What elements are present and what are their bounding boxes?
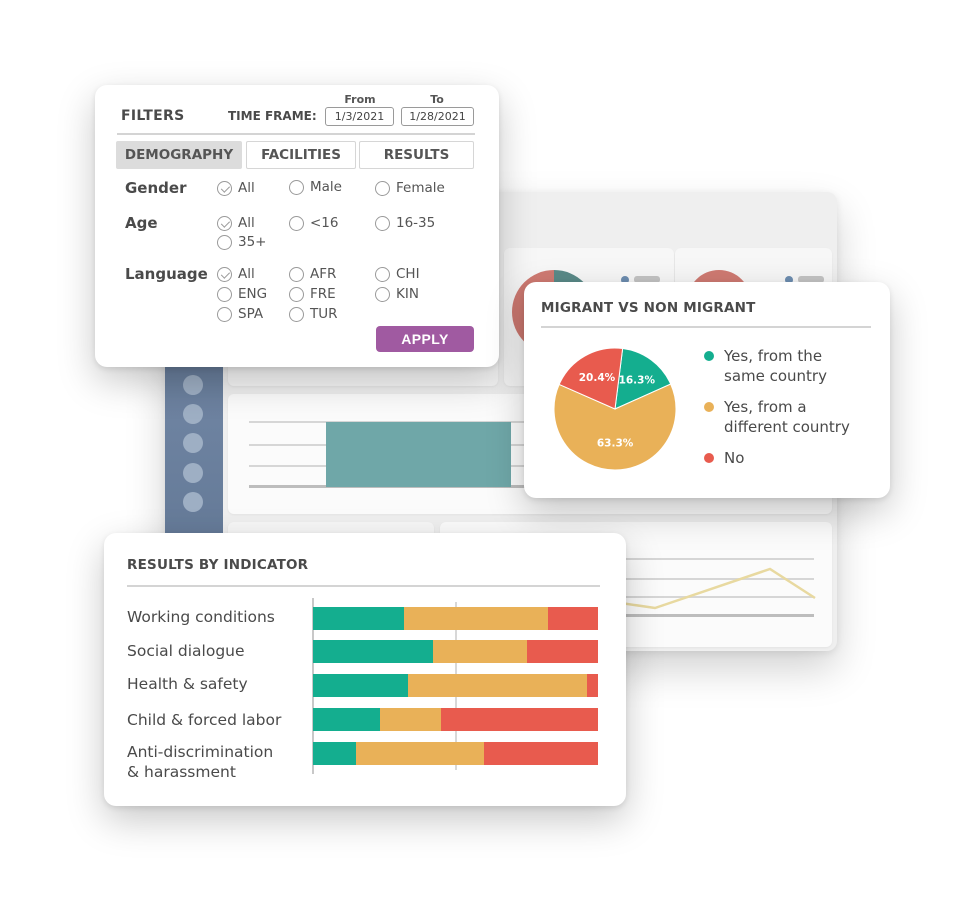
filters-title: FILTERS — [121, 108, 185, 124]
age-option-under-16[interactable]: <16 — [289, 215, 339, 231]
sidebar-nav-dot[interactable] — [183, 404, 203, 424]
bar-segment-green — [313, 640, 433, 663]
age-option-35-plus[interactable]: 35+ — [217, 234, 267, 250]
tab-demography[interactable]: DEMOGRAPHY — [116, 141, 242, 169]
pie-data-label: 20.4% — [579, 372, 616, 384]
legend-dot-icon — [704, 402, 714, 412]
bar-segment-orange — [355, 742, 484, 765]
radio-icon[interactable] — [217, 234, 232, 250]
language-option-fre[interactable]: FRE — [289, 286, 336, 302]
radio-checked-icon[interactable] — [217, 215, 232, 231]
bar-segment-orange — [432, 640, 527, 663]
stacked-bar — [313, 742, 598, 765]
legend-dot-icon — [704, 453, 714, 463]
bar-segment-green — [313, 708, 380, 731]
gender-option-male[interactable]: Male — [289, 179, 342, 195]
migrant-card: MIGRANT VS NON MIGRANT 16.3% 63.3% 20.4% Y… — [524, 282, 890, 498]
to-date-input[interactable]: 1/28/2021 — [401, 107, 474, 126]
sidebar-nav-dot[interactable] — [183, 463, 203, 483]
radio-icon[interactable] — [375, 215, 390, 231]
indicator-label: Anti-discrimination & harassment — [127, 743, 274, 781]
stacked-bar — [313, 640, 598, 663]
gender-option-female[interactable]: Female — [375, 180, 445, 196]
migrant-pie-chart: 16.3% 63.3% 20.4% — [553, 347, 677, 471]
results-by-indicator-card: RESULTS BY INDICATOR Working conditions … — [104, 533, 626, 806]
bar-segment-red — [441, 708, 598, 731]
language-option-spa[interactable]: SPA — [217, 306, 263, 322]
legend-item-no: No — [704, 448, 884, 468]
radio-icon[interactable] — [217, 286, 232, 302]
stacked-bar — [313, 607, 598, 630]
radio-icon[interactable] — [289, 266, 304, 282]
radio-icon[interactable] — [289, 215, 304, 231]
gender-label: Gender — [125, 179, 187, 197]
from-date-input[interactable]: 1/3/2021 — [325, 107, 394, 126]
results-divider — [127, 585, 600, 587]
pie-data-label: 63.3% — [597, 438, 634, 450]
apply-button[interactable]: APPLY — [376, 326, 474, 352]
legend-dot-icon — [704, 351, 714, 361]
language-option-all[interactable]: All — [217, 266, 255, 282]
age-option-16-35[interactable]: 16-35 — [375, 215, 435, 231]
filters-panel: FILTERS TIME FRAME: From To 1/3/2021 1/2… — [95, 85, 499, 367]
indicator-label: Social dialogue — [127, 642, 245, 660]
filters-divider — [117, 133, 475, 135]
language-option-chi[interactable]: CHI — [375, 266, 420, 282]
radio-icon[interactable] — [375, 286, 390, 302]
radio-icon[interactable] — [375, 266, 390, 282]
migrant-legend: Yes, from the same country Yes, from a d… — [704, 346, 884, 479]
age-option-all[interactable]: All — [217, 215, 255, 231]
sidebar-nav-dot[interactable] — [183, 492, 203, 512]
radio-icon[interactable] — [289, 179, 304, 195]
bar-segment-red — [526, 640, 598, 663]
legend-item-different-country: Yes, from a different country — [704, 397, 884, 437]
indicator-label: Health & safety — [127, 675, 248, 693]
gender-option-all[interactable]: All — [217, 180, 255, 196]
radio-icon[interactable] — [217, 306, 232, 322]
language-option-eng[interactable]: ENG — [217, 286, 267, 302]
radio-icon[interactable] — [289, 306, 304, 322]
sidebar-nav-dot[interactable] — [183, 433, 203, 453]
tab-results[interactable]: RESULTS — [359, 141, 474, 169]
legend-item-same-country: Yes, from the same country — [704, 346, 884, 386]
radio-checked-icon[interactable] — [217, 180, 232, 196]
radio-icon[interactable] — [289, 286, 304, 302]
stacked-bar — [313, 708, 598, 731]
bar-segment-green — [313, 674, 409, 697]
age-label: Age — [125, 214, 158, 232]
bar-segment-red — [484, 742, 598, 765]
bar-segment-orange — [379, 708, 442, 731]
dashboard-bar — [326, 422, 511, 487]
radio-icon[interactable] — [375, 180, 390, 196]
language-option-kin[interactable]: KIN — [375, 286, 419, 302]
results-title: RESULTS BY INDICATOR — [127, 557, 309, 573]
time-frame-label: TIME FRAME: — [228, 109, 317, 123]
bar-segment-red — [548, 607, 598, 630]
bar-segment-orange — [404, 607, 549, 630]
from-label: From — [344, 93, 376, 106]
bar-segment-green — [313, 742, 356, 765]
stacked-bar — [313, 674, 598, 697]
migrant-title: MIGRANT VS NON MIGRANT — [541, 300, 756, 316]
bar-segment-green — [313, 607, 405, 630]
to-label: To — [430, 93, 444, 106]
indicator-label: Child & forced labor — [127, 711, 282, 729]
pie-data-label: 16.3% — [619, 375, 656, 387]
radio-checked-icon[interactable] — [217, 266, 232, 282]
language-option-tur[interactable]: TUR — [289, 306, 338, 322]
tab-facilities[interactable]: FACILITIES — [246, 141, 356, 169]
bar-segment-orange — [408, 674, 587, 697]
migrant-divider — [541, 326, 871, 328]
language-option-afr[interactable]: AFR — [289, 266, 336, 282]
indicator-label: Working conditions — [127, 608, 275, 626]
language-label: Language — [125, 265, 208, 283]
bar-segment-red — [586, 674, 598, 697]
sidebar-nav-dot[interactable] — [183, 375, 203, 395]
